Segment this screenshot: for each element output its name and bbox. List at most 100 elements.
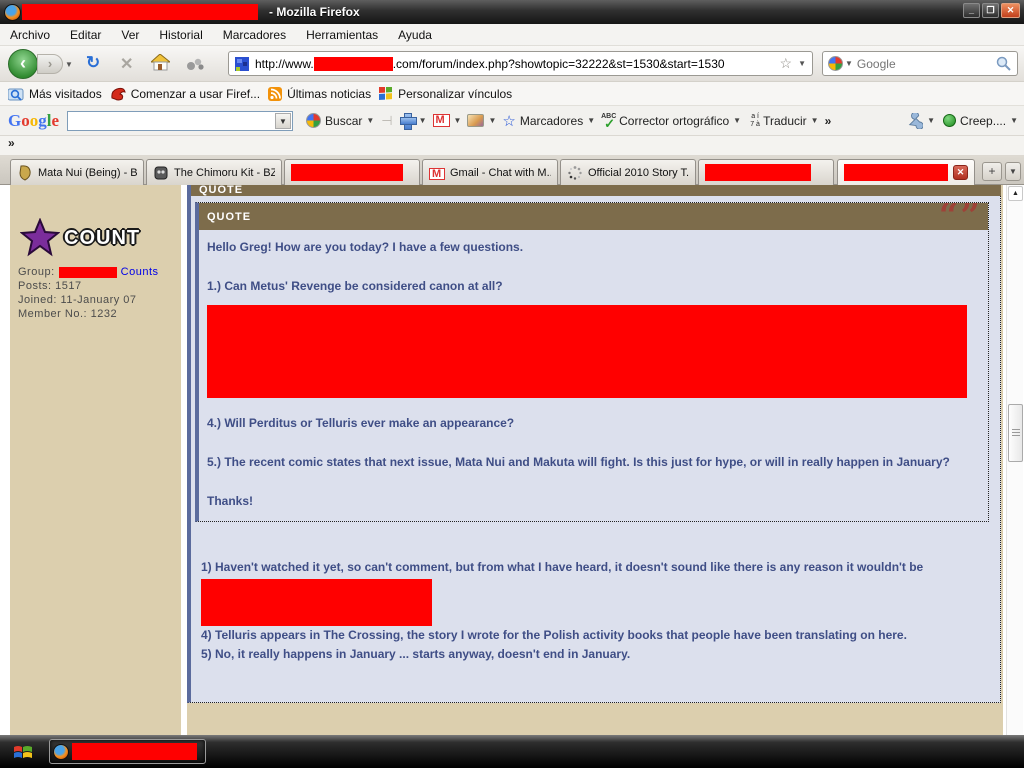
posts-count: Posts: 1517 [18,280,82,292]
bookmark-personalizar[interactable]: Personalizar vínculos [379,86,513,101]
account-dropdown-icon[interactable]: ▼ [1010,116,1018,125]
quote-label: QUOTE [207,211,252,223]
member-group-badge: COUNT [64,226,141,249]
close-button[interactable]: ✕ [1001,3,1020,18]
menu-ayuda[interactable]: Ayuda [388,25,442,45]
bookmark-label: Más visitados [29,86,102,101]
bookmark-star-icon[interactable]: ☆ [780,55,793,72]
photos-dropdown-icon[interactable]: ▼ [488,116,496,125]
spellcheck-button[interactable]: ABC Corrector ortográfico ▼ [601,113,741,132]
menu-marcadores[interactable]: Marcadores [213,25,296,45]
toolbar-search-dropdown-icon[interactable]: ▼ [275,112,292,129]
bookmarks-toolbar: Más visitados Comenzar a usar Firef... Ú… [0,82,1024,106]
bookmarks-overflow-chevron[interactable]: » [8,136,15,150]
tab-close-icon[interactable]: ✕ [953,165,968,180]
member-number: Member No.: 1232 [18,308,118,320]
photos-icon [467,114,485,127]
forward-button[interactable]: › [37,54,63,74]
settings-dropdown-icon[interactable]: ▼ [927,116,935,125]
loading-spinner-icon [568,165,582,180]
reply-paragraph: 1) Haven't watched it yet, so can't comm… [201,560,924,574]
photos-button[interactable]: ▼ [467,114,496,127]
stop-icon[interactable]: ✕ [120,54,133,74]
redacted-group-name [58,266,117,278]
toolbar-overflow-chevron[interactable]: » [825,114,832,128]
tab-redacted-1[interactable] [284,159,420,185]
minimize-button[interactable]: _ [963,3,980,18]
plus-icon [399,113,417,130]
url-dropdown-icon[interactable]: ▼ [792,59,812,68]
folder-search-icon [8,87,24,101]
group-label: Group: [18,266,55,278]
quote-paragraph: 4.) Will Perditus or Telluris ever make … [207,416,515,430]
quote-paragraph: Thanks! [207,494,254,508]
marcadores-dropdown-icon[interactable]: ▼ [587,116,595,125]
tab-gmail[interactable]: Gmail - Chat with M... [422,159,558,185]
member-info: Group: Counts Posts: 1517 Joined: 11-Janu… [18,265,159,321]
marcadores-button[interactable]: ☆ Marcadores ▼ [502,112,595,130]
translate-button[interactable]: a í7 à Traducir ▼ [747,113,819,129]
google-g-icon [306,113,322,128]
home-icon[interactable] [151,54,170,71]
back-button[interactable]: ‹ [8,49,38,79]
buscar-dropdown-icon[interactable]: ▼ [366,116,374,125]
menu-editar[interactable]: Editar [60,25,111,45]
google-toolbar-search-input[interactable]: ▼ [67,110,294,131]
menu-herramientas[interactable]: Herramientas [296,25,388,45]
start-button[interactable] [13,743,33,761]
extension-icon[interactable] [186,57,206,71]
search-input[interactable] [856,56,992,71]
reload-icon[interactable]: ↻ [86,53,100,73]
status-green-icon [943,114,957,127]
window-title: - Mozilla Firefox [269,5,360,19]
toolbar-separator: ⊣ [381,112,393,128]
tab-title: Gmail - Chat with M... [450,166,551,179]
plus-dropdown-icon[interactable]: ▼ [419,116,427,125]
joined-date: Joined: 11-January 07 [18,294,137,306]
windows-logo-icon [379,86,393,101]
bookmark-mas-visitados[interactable]: Más visitados [8,87,102,101]
account-label[interactable]: Creep.... [960,114,1006,128]
spellcheck-dropdown-icon[interactable]: ▼ [733,116,741,125]
gmail-dropdown-icon[interactable]: ▼ [454,116,462,125]
scroll-up-icon[interactable]: ▲ [1008,186,1023,201]
bookmark-label: Personalizar vínculos [398,86,513,101]
restore-button[interactable]: ❐ [982,3,999,18]
tab-official-2010-story[interactable]: Official 2010 Story T... [560,159,696,185]
reply-paragraph: 4) Telluris appears in The Crossing, the… [201,628,907,642]
engine-dropdown-icon[interactable]: ▼ [845,59,853,68]
menu-historial[interactable]: Historial [149,25,212,45]
search-magnifier-icon[interactable] [996,56,1011,71]
wrench-settings-icon[interactable] [907,112,924,129]
url-bar[interactable]: http://www. .com/forum/index.php?showtop… [228,51,813,76]
bookmark-ultimas-noticias[interactable]: Últimas noticias [268,86,371,101]
gmail-button[interactable]: ▼ [432,114,462,127]
taskbar: e KMP ◄ 23:04 [0,735,1024,768]
group-counts-link[interactable]: Counts [121,266,159,278]
new-tab-button[interactable]: + [982,162,1002,181]
tab-redacted-2[interactable] [698,159,834,185]
taskbar-firefox-task[interactable] [49,739,206,764]
google-engine-icon[interactable] [828,56,843,71]
list-all-tabs-icon[interactable]: ▼ [1005,162,1021,181]
buscar-button[interactable]: Buscar ▼ [306,113,374,128]
add-gadget-button[interactable]: ▼ [399,113,427,130]
post-author-sidebar: COUNT Group: Counts Posts: 1517 Joined: 1… [10,185,181,735]
scrollbar-thumb[interactable] [1008,404,1023,462]
tab-chimoru-kit[interactable]: The Chimoru Kit - BZ... [146,159,282,185]
browser-viewport: COUNT Group: Counts Posts: 1517 Joined: 1… [0,185,1024,735]
navigation-toolbar: ‹ › ▼ ↻ ✕ http://www. .com/forum/index.p… [0,46,1024,82]
tab-active-redacted[interactable]: ✕ [837,159,975,185]
history-dropdown-icon[interactable]: ▼ [65,60,73,69]
menu-archivo[interactable]: Archivo [0,25,60,45]
google-toolbar-logo: Google [8,111,59,131]
tab-title: Official 2010 Story T... [588,166,689,179]
tab-mata-nui[interactable]: Mata Nui (Being) - B... [10,159,144,185]
reply-text: 1) Haven't watched it yet, so can't comm… [195,557,995,664]
redacted-reply-content [201,579,432,626]
menu-ver[interactable]: Ver [111,25,149,45]
bookmark-comenzar[interactable]: Comenzar a usar Firef... [110,87,260,101]
page-scrollbar[interactable]: ▲ [1006,185,1023,735]
translate-dropdown-icon[interactable]: ▼ [811,116,819,125]
search-box[interactable]: ▼ [822,51,1018,76]
